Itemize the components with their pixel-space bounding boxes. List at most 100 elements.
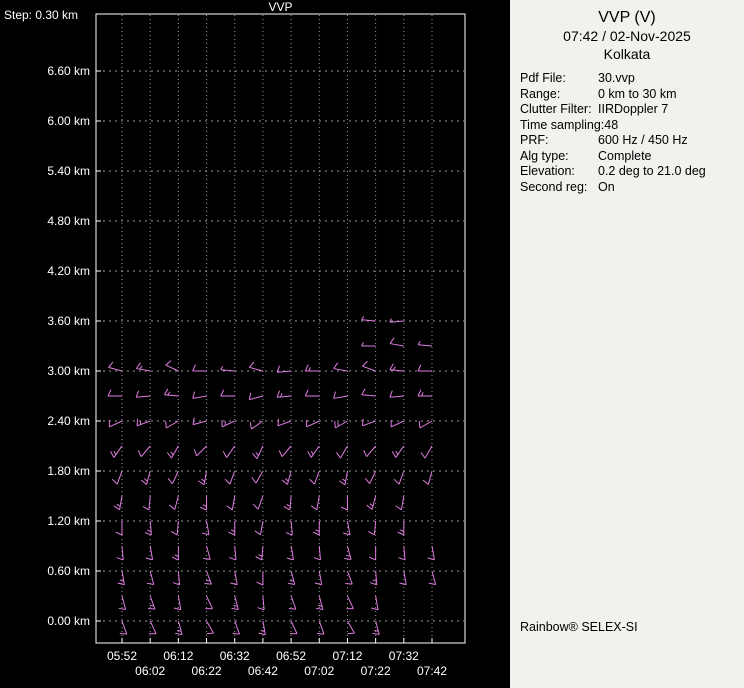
wind-barb xyxy=(392,446,404,457)
info-rows: Pdf File:30.vvp Range:0 km to 30 km Clut… xyxy=(520,71,744,195)
wind-barb xyxy=(282,471,291,485)
wind-barb xyxy=(207,621,214,634)
x-axis-label: 06:22 xyxy=(192,664,222,678)
wind-barb xyxy=(277,391,291,398)
wind-barb xyxy=(362,342,376,346)
wind-barb xyxy=(390,391,404,398)
wind-barb xyxy=(166,421,179,428)
x-axis-label: 06:42 xyxy=(248,664,278,678)
wind-barb xyxy=(346,596,353,609)
wind-barb xyxy=(344,546,351,560)
wind-barb xyxy=(289,596,296,609)
wind-barb xyxy=(164,389,178,396)
wind-barb xyxy=(221,366,235,371)
wind-barb xyxy=(167,446,178,458)
info-row: Pdf File:30.vvp xyxy=(520,71,744,87)
x-axis-label: 07:32 xyxy=(389,649,419,663)
wind-barb xyxy=(362,361,375,371)
info-panel: VVP (V) 07:42 / 02-Nov-2025 Kolkata Pdf … xyxy=(510,0,744,688)
y-axis-label: 4.80 km xyxy=(47,214,90,228)
y-axis-label: 6.60 km xyxy=(47,64,90,78)
wind-barb xyxy=(204,571,211,584)
wind-barb xyxy=(116,521,122,535)
plot-frame xyxy=(96,14,465,643)
y-axis-label: 3.60 km xyxy=(47,314,90,328)
wind-barb xyxy=(419,421,432,428)
y-axis-label: 4.20 km xyxy=(47,264,90,278)
panel-title: VVP (V) xyxy=(510,0,744,27)
wind-barb xyxy=(305,390,319,396)
wind-barb xyxy=(345,571,352,584)
x-axis-label: 07:22 xyxy=(361,664,391,678)
wind-barbs xyxy=(108,316,436,634)
x-axis-label: 06:52 xyxy=(276,649,306,663)
info-label: PRF: xyxy=(520,133,598,149)
info-label: Elevation: xyxy=(520,164,598,180)
wind-barb xyxy=(368,521,375,535)
info-value: 600 Hz / 450 Hz xyxy=(598,133,744,149)
wind-barb xyxy=(396,496,404,510)
vvp-window: 6.60 km6.00 km5.40 km4.80 km4.20 km3.60 … xyxy=(0,0,744,688)
plot-title: VVP xyxy=(268,0,292,14)
x-axis-label: 06:32 xyxy=(220,649,250,663)
info-label: Time sampling: xyxy=(520,118,604,134)
wind-barb xyxy=(394,471,404,484)
wind-barb xyxy=(193,365,207,371)
wind-barb xyxy=(362,419,375,426)
wind-barb xyxy=(423,471,432,485)
wind-barb xyxy=(367,496,376,510)
wind-barb xyxy=(252,471,263,483)
info-row: Time sampling:48 xyxy=(520,118,744,134)
wind-barb xyxy=(428,546,435,560)
wind-barb xyxy=(314,546,321,560)
wind-barb xyxy=(398,546,405,560)
x-axis-label: 06:12 xyxy=(163,649,193,663)
wind-barb xyxy=(114,496,122,510)
x-axis-label: 07:02 xyxy=(304,664,334,678)
y-axis-label: 1.20 km xyxy=(47,514,90,528)
wind-barb xyxy=(288,571,295,585)
wind-barb xyxy=(390,364,404,371)
wind-barb xyxy=(169,496,178,510)
wind-barb xyxy=(341,496,347,510)
wind-barb xyxy=(145,521,152,535)
y-axis-label: 0.60 km xyxy=(47,564,90,578)
wind-barb xyxy=(205,596,212,609)
wind-barb xyxy=(390,318,404,322)
wind-barb xyxy=(136,363,150,371)
info-row: Clutter Filter:IIRDoppler 7 xyxy=(520,102,744,118)
wind-profile-plot: 6.60 km6.00 km5.40 km4.80 km4.20 km3.60 … xyxy=(0,0,510,688)
info-row: Range:0 km to 30 km xyxy=(520,87,744,103)
wind-barb xyxy=(255,521,263,535)
wind-barb xyxy=(315,571,322,585)
wind-barb xyxy=(278,419,291,426)
wind-barb xyxy=(310,471,320,484)
wind-barb xyxy=(249,393,263,400)
info-value: On xyxy=(598,180,744,196)
wind-barb xyxy=(370,571,377,585)
wind-barb xyxy=(166,361,179,371)
y-axis-label: 0.00 km xyxy=(47,614,90,628)
y-axis-label: 3.00 km xyxy=(47,364,90,378)
wind-barb xyxy=(249,362,263,371)
wind-barb xyxy=(137,419,150,426)
wind-barb xyxy=(284,496,291,510)
wind-barb xyxy=(397,521,403,535)
y-axis-label: 5.40 km xyxy=(47,164,90,178)
wind-barb xyxy=(174,596,181,610)
wind-barb xyxy=(227,496,235,510)
wind-barb xyxy=(418,390,432,396)
wind-barb xyxy=(172,546,178,560)
plot-grid xyxy=(97,15,464,642)
wind-barb xyxy=(362,316,376,321)
wind-barb xyxy=(362,389,376,396)
info-row: Elevation:0.2 deg to 21.0 deg xyxy=(520,164,744,180)
info-label: Range: xyxy=(520,87,598,103)
wind-barb xyxy=(252,446,262,459)
wind-barb xyxy=(336,446,347,458)
info-value: 0 km to 30 km xyxy=(598,87,744,103)
wind-barb xyxy=(305,365,319,371)
wind-barb xyxy=(343,521,350,535)
wind-barb xyxy=(308,446,320,457)
wind-barb xyxy=(118,571,125,585)
